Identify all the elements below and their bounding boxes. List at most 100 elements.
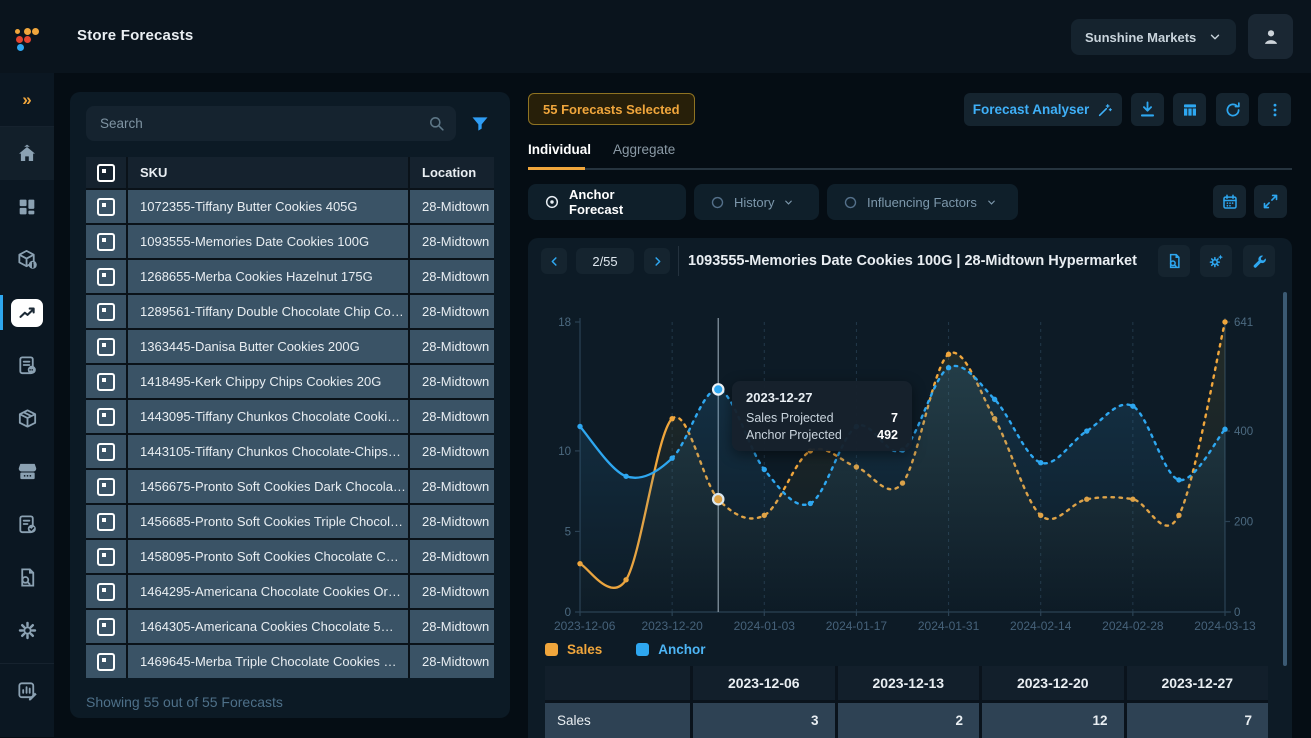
person-icon: [1260, 26, 1282, 48]
settings-sparkle-button[interactable]: [1200, 245, 1232, 277]
sidebar-item-settings[interactable]: [0, 604, 54, 657]
row-checkbox[interactable]: [86, 610, 126, 643]
radio-circle-icon: [843, 195, 858, 210]
calendar-button[interactable]: [1213, 185, 1246, 218]
svg-text:2023-12-06: 2023-12-06: [554, 619, 616, 633]
tooltip-value: 492: [877, 428, 898, 442]
sku-cell[interactable]: 1443105-Tiffany Chunkos Chocolate-Chips…: [128, 435, 408, 468]
forecast-analyser-button[interactable]: Forecast Analyser: [964, 93, 1122, 126]
sku-cell[interactable]: 1268655-Merba Cookies Hazelnut 175G: [128, 260, 408, 293]
location-cell[interactable]: 28-Midtown: [410, 540, 494, 573]
forecast-chart-card: 2/55 1093555-Memories Date Cookies 100G …: [528, 238, 1292, 738]
sku-cell[interactable]: 1456685-Pronto Soft Cookies Triple Choco…: [128, 505, 408, 538]
sku-cell[interactable]: 1469645-Merba Triple Chocolate Cookies …: [128, 645, 408, 678]
sidebar-item-products[interactable]: [0, 233, 54, 286]
sidebar-item-dashboard[interactable]: [0, 180, 54, 233]
row-checkbox[interactable]: [86, 505, 126, 538]
location-cell[interactable]: 28-Midtown: [410, 365, 494, 398]
kebab-menu-button[interactable]: [1258, 93, 1291, 126]
forecast-line-chart[interactable]: 05101802004006412023-12-062023-12-202024…: [528, 286, 1292, 642]
search-input[interactable]: [86, 106, 456, 141]
row-checkbox[interactable]: [86, 260, 126, 293]
location-cell[interactable]: 28-Midtown: [410, 330, 494, 363]
checkbox-icon: [97, 233, 115, 251]
sidebar-item-inventory[interactable]: [0, 392, 54, 445]
sidebar-item-reports[interactable]: [0, 663, 54, 717]
location-cell[interactable]: 28-Midtown: [410, 645, 494, 678]
location-cell[interactable]: 28-Midtown: [410, 190, 494, 223]
sku-cell[interactable]: 1289561-Tiffany Double Chocolate Chip Co…: [128, 295, 408, 328]
next-forecast-button[interactable]: [644, 248, 670, 274]
forecast-title: 1093555-Memories Date Cookies 100G | 28-…: [688, 253, 1137, 269]
row-checkbox[interactable]: [86, 190, 126, 223]
refresh-button[interactable]: [1216, 93, 1249, 126]
sku-cell[interactable]: 1363445-Danisa Butter Cookies 200G: [128, 330, 408, 363]
forecast-list-panel: SKU Location 1072355-Tiffany Butter Cook…: [70, 92, 510, 718]
sku-cell[interactable]: 1072355-Tiffany Butter Cookies 405G: [128, 190, 408, 223]
location-cell[interactable]: 28-Midtown: [410, 260, 494, 293]
wrench-button[interactable]: [1243, 245, 1275, 277]
history-toggle[interactable]: History: [694, 184, 819, 220]
svg-text:2024-01-03: 2024-01-03: [734, 619, 796, 633]
location-cell[interactable]: 28-Midtown: [410, 575, 494, 608]
row-checkbox[interactable]: [86, 470, 126, 503]
tooltip-label: Sales Projected: [746, 411, 834, 425]
legend-item-sales[interactable]: Sales: [545, 642, 602, 657]
row-checkbox[interactable]: [86, 400, 126, 433]
tab-individual[interactable]: Individual: [528, 142, 591, 167]
row-checkbox[interactable]: [86, 225, 126, 258]
table-columns-button[interactable]: [1173, 93, 1206, 126]
sku-cell[interactable]: 1443095-Tiffany Chunkos Chocolate Cooki…: [128, 400, 408, 433]
sidebar-item-analysis[interactable]: [0, 551, 54, 604]
tab-aggregate[interactable]: Aggregate: [613, 142, 675, 167]
prev-forecast-button[interactable]: [541, 248, 567, 274]
download-button[interactable]: [1131, 93, 1164, 126]
row-checkbox[interactable]: [86, 645, 126, 678]
market-selector[interactable]: Sunshine Markets: [1071, 19, 1236, 55]
bottom-table-row-label: Sales: [545, 703, 690, 738]
file-search-button[interactable]: [1158, 245, 1190, 277]
sku-cell[interactable]: 1458095-Pronto Soft Cookies Chocolate C…: [128, 540, 408, 573]
sidebar-item-stores[interactable]: [0, 445, 54, 498]
legend-item-anchor[interactable]: Anchor: [636, 642, 705, 657]
location-cell[interactable]: 28-Midtown: [410, 225, 494, 258]
sidebar-nav: »: [0, 73, 54, 737]
location-cell[interactable]: 28-Midtown: [410, 505, 494, 538]
sidebar-item-forecasts[interactable]: [0, 286, 54, 339]
row-checkbox[interactable]: [86, 435, 126, 468]
sidebar-item-expand-sidebar[interactable]: »: [0, 73, 54, 127]
location-cell[interactable]: 28-Midtown: [410, 400, 494, 433]
svg-text:0: 0: [1234, 607, 1240, 619]
location-cell[interactable]: 28-Midtown: [410, 470, 494, 503]
forecasts-selected-badge: 55 Forecasts Selected: [528, 93, 695, 125]
results-count: Showing 55 out of 55 Forecasts: [86, 694, 494, 710]
sidebar-item-approvals[interactable]: [0, 498, 54, 551]
location-cell[interactable]: 28-Midtown: [410, 435, 494, 468]
sku-cell[interactable]: 1093555-Memories Date Cookies 100G: [128, 225, 408, 258]
filter-icon[interactable]: [470, 114, 490, 134]
row-checkbox[interactable]: [86, 365, 126, 398]
sku-cell[interactable]: 1464305-Americana Cookies Chocolate 5…: [128, 610, 408, 643]
row-checkbox[interactable]: [86, 575, 126, 608]
row-checkbox[interactable]: [86, 330, 126, 363]
svg-text:18: 18: [558, 317, 571, 329]
location-cell[interactable]: 28-Midtown: [410, 295, 494, 328]
user-avatar-button[interactable]: [1248, 14, 1293, 59]
chart-header: 2/55 1093555-Memories Date Cookies 100G …: [528, 238, 1292, 284]
sidebar-item-home[interactable]: [0, 127, 54, 180]
row-checkbox[interactable]: [86, 295, 126, 328]
checkbox-icon: [97, 268, 115, 286]
location-cell[interactable]: 28-Midtown: [410, 610, 494, 643]
influencing-factors-toggle[interactable]: Influencing Factors: [827, 184, 1018, 220]
row-checkbox[interactable]: [86, 540, 126, 573]
anchor-forecast-toggle[interactable]: Anchor Forecast: [528, 184, 686, 220]
sku-cell[interactable]: 1464295-Americana Chocolate Cookies Or…: [128, 575, 408, 608]
sidebar-item-planning[interactable]: [0, 339, 54, 392]
sku-cell[interactable]: 1418495-Kerk Chippy Chips Cookies 20G: [128, 365, 408, 398]
expand-chart-button[interactable]: [1254, 185, 1287, 218]
sku-cell[interactable]: 1456675-Pronto Soft Cookies Dark Chocola…: [128, 470, 408, 503]
card-scrollbar[interactable]: [1283, 292, 1287, 666]
cube-info-icon: [16, 248, 39, 271]
search-box: [86, 106, 456, 141]
select-all-checkbox[interactable]: [86, 157, 126, 188]
